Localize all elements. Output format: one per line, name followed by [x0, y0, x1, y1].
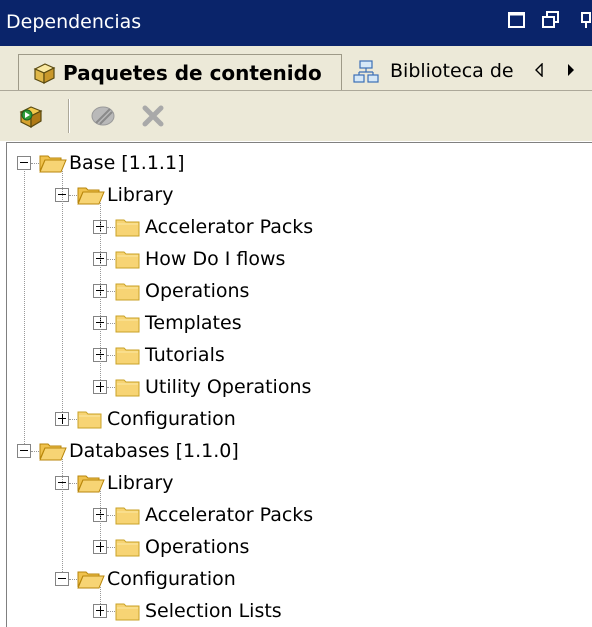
tab-label: Paquetes de contenido — [63, 61, 322, 85]
tree-node[interactable]: How Do I flows — [7, 243, 587, 275]
panel-title: Dependencias — [6, 11, 142, 33]
toolbar — [0, 91, 592, 141]
folder-icon — [115, 216, 141, 242]
tree-node-label: Library — [107, 184, 174, 206]
tree-connector — [107, 515, 115, 516]
tree-node-label: Base [1.1.1] — [69, 152, 185, 174]
tree-connector — [107, 227, 115, 228]
scroll-tabs-right-icon[interactable] — [566, 62, 576, 81]
library-icon — [352, 59, 380, 89]
tree-node-label: Configuration — [107, 408, 236, 430]
tree-node-label: Accelerator Packs — [145, 504, 314, 526]
tree-node-label: Templates — [145, 312, 242, 334]
tree-connector — [69, 579, 77, 580]
tree-node-label: Operations — [145, 536, 250, 558]
tree-node-label: Configuration — [107, 568, 236, 590]
folder-icon — [115, 600, 141, 626]
tree-node-label: Databases [1.1.0] — [69, 440, 239, 462]
import-package-icon[interactable] — [16, 101, 46, 135]
tree-connector — [100, 491, 101, 540]
tree-connector — [100, 587, 101, 604]
tab-bar: Paquetes de contenido Biblioteca de — [0, 46, 592, 91]
tree-connector — [107, 259, 115, 260]
expand-icon[interactable] — [93, 380, 107, 394]
tree-connector — [107, 611, 115, 612]
tree-connector — [62, 171, 63, 412]
delete-icon[interactable] — [140, 103, 166, 133]
tab-paquetes-de-contenido[interactable]: Paquetes de contenido — [18, 54, 342, 90]
tree-connector — [31, 163, 39, 164]
tree-node[interactable]: Operations — [7, 275, 587, 307]
tree-node[interactable]: Accelerator Packs — [7, 499, 587, 531]
tree-node[interactable]: Library — [7, 467, 587, 499]
tree-node[interactable]: Utility Operations — [7, 371, 587, 403]
tree-node-label: How Do I flows — [145, 248, 286, 270]
tree-node[interactable]: Configuration — [7, 563, 587, 595]
expand-icon[interactable] — [93, 604, 107, 618]
collapse-icon[interactable] — [17, 156, 31, 170]
tree-node-label: Operations — [145, 280, 250, 302]
expand-icon[interactable] — [93, 540, 107, 554]
dependency-tree: Base [1.1.1] Library Accelerator Packs How … — [6, 142, 592, 627]
tree-connector — [69, 483, 77, 484]
tree-connector — [100, 203, 101, 380]
tree-connector — [69, 195, 77, 196]
tree-connector — [24, 171, 25, 444]
collapse-icon[interactable] — [17, 444, 31, 458]
tree-node[interactable]: Base [1.1.1] — [7, 147, 587, 179]
tree-node[interactable]: Operations — [7, 531, 587, 563]
tree-node-label: Selection Lists — [145, 600, 282, 622]
tree-node[interactable]: Templates — [7, 307, 587, 339]
collapse-icon[interactable] — [55, 572, 69, 586]
folder-icon — [115, 344, 141, 370]
tree-node[interactable]: Selection Lists — [7, 595, 587, 627]
restore-icon[interactable] — [540, 9, 564, 33]
tree-connector — [107, 387, 115, 388]
tab-biblioteca[interactable]: Biblioteca de — [346, 54, 522, 90]
folder-icon — [115, 280, 141, 306]
tree-connector — [107, 291, 115, 292]
folder-icon — [115, 536, 141, 562]
tab-label: Biblioteca de — [390, 60, 514, 82]
tree-node[interactable]: Configuration — [7, 403, 587, 435]
tree-connector — [62, 459, 63, 572]
tree-node[interactable]: Tutorials — [7, 339, 587, 371]
tree-connector — [107, 355, 115, 356]
tree-connector — [107, 323, 115, 324]
pin-icon[interactable] — [578, 9, 592, 33]
tree-node-label: Accelerator Packs — [145, 216, 314, 238]
folder-icon — [115, 248, 141, 274]
package-icon — [31, 60, 57, 90]
unlink-icon[interactable] — [88, 101, 118, 135]
toolbar-separator — [68, 99, 70, 133]
tree-node[interactable]: Accelerator Packs — [7, 211, 587, 243]
folder-icon — [77, 408, 103, 434]
tree-connector — [107, 547, 115, 548]
folder-icon — [115, 376, 141, 402]
scroll-tabs-left-icon[interactable] — [534, 62, 544, 81]
panel-title-bar: Dependencias — [0, 0, 592, 46]
tree-node[interactable]: Library — [7, 179, 587, 211]
tree-connector — [31, 451, 39, 452]
folder-icon — [115, 312, 141, 338]
folder-icon — [115, 504, 141, 530]
tree-connector — [69, 419, 77, 420]
tree-node-label: Tutorials — [145, 344, 225, 366]
maximize-icon[interactable] — [506, 9, 530, 33]
expand-icon[interactable] — [55, 412, 69, 426]
tree-node-label: Utility Operations — [145, 376, 312, 398]
tree-node[interactable]: Databases [1.1.0] — [7, 435, 587, 467]
tree-node-label: Library — [107, 472, 174, 494]
